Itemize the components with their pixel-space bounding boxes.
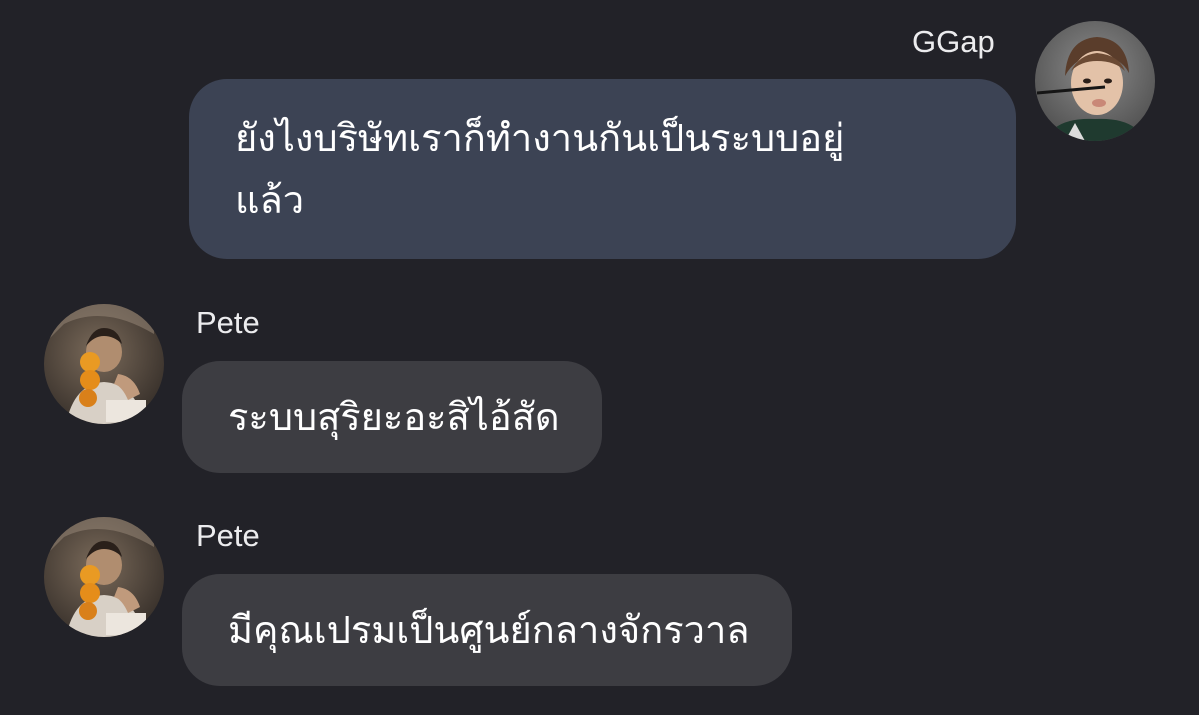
user-avatar-icon xyxy=(44,517,164,637)
message-text: มีคุณเปรมเป็นศูนย์กลางจักรวาล xyxy=(228,608,750,652)
user-avatar-icon xyxy=(44,304,164,424)
avatar-pete[interactable] xyxy=(44,517,164,637)
message-bubble-outgoing[interactable]: ยังไงบริษัทเราก็ทำงานกันเป็นระบบอยู่ แล้… xyxy=(189,79,1016,259)
avatar-pete[interactable] xyxy=(44,304,164,424)
message-bubble-incoming[interactable]: ระบบสุริยะอะสิไอ้สัด xyxy=(182,361,602,473)
sender-name-ggap: GGap xyxy=(912,24,995,59)
sender-name-pete: Pete xyxy=(196,518,260,553)
sender-name-pete: Pete xyxy=(196,305,260,340)
message-bubble-incoming[interactable]: มีคุณเปรมเป็นศูนย์กลางจักรวาล xyxy=(182,574,792,686)
message-text-line: แล้ว xyxy=(235,178,305,222)
message-text-line: ยังไงบริษัทเราก็ทำงานกันเป็นระบบอยู่ xyxy=(235,116,845,160)
chat-thread: GGap ยังไงบริษัทเราก็ทำงานกันเป็นระบบอยู… xyxy=(0,0,1199,715)
avatar-ggap[interactable] xyxy=(1035,21,1155,141)
message-text: ระบบสุริยะอะสิไอ้สัด xyxy=(228,395,560,439)
user-avatar-icon xyxy=(1035,21,1155,141)
